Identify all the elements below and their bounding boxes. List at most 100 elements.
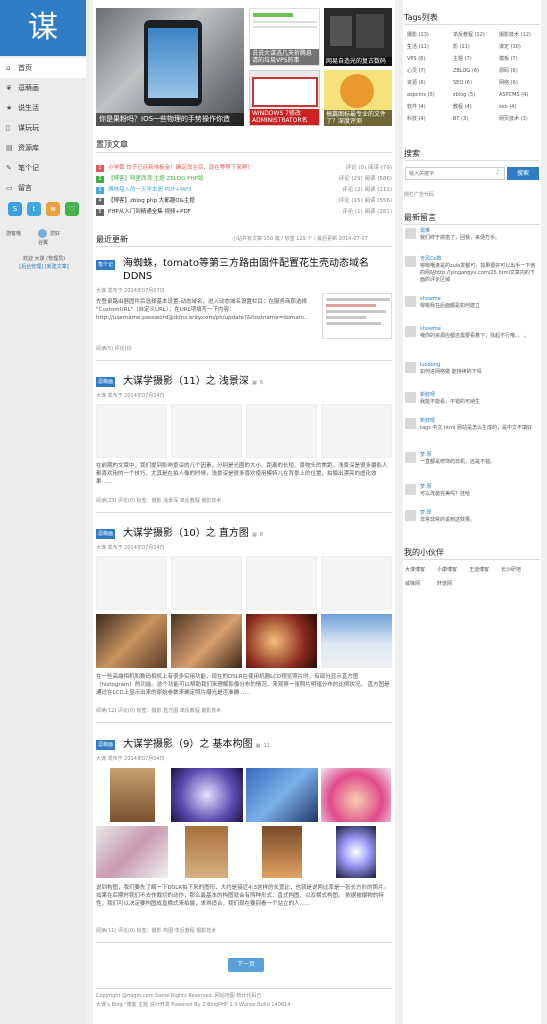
mic-icon[interactable]: ♪ [496,169,500,176]
nav-item-1[interactable]: ❦ 逗萌画 [0,78,86,98]
comment-item[interactable]: 梦.厚 可以改装完美吗？挂哈 [420,484,538,498]
friend-link[interactable]: 小康博客 [437,566,457,573]
post-title[interactable]: 大谋学摄影（9）之 基本构图 ▦ 11 [123,738,383,753]
tag-link[interactable]: 摄影技术 (12) [499,29,531,41]
post-photo[interactable] [185,826,228,878]
post-photo[interactable] [96,614,167,668]
friend-link[interactable]: 大谋博客 [405,566,425,573]
tag-link[interactable]: 影 (11) [453,41,470,53]
admin-links[interactable]: [后台管理] [新建文章] [6,264,82,271]
comment-author[interactable]: 梦.厚 [420,452,432,458]
nav-item-4[interactable]: ▤ 资源库 [0,138,86,158]
tag-link[interactable]: 摄影 (13) [407,29,429,41]
comment-author[interactable]: 新鲜呀 [420,418,435,424]
post-title[interactable]: 海蜘蛛，tomato等第三方路由固件配置花生壳动态域名DDNS [123,257,393,283]
search-button[interactable]: 搜索 [507,167,539,180]
nav-item-6[interactable]: ▭ 留言 [0,178,86,198]
tag-link[interactable]: 生活 (11) [407,41,429,53]
friend-link[interactable]: 王迪博客 [469,566,489,573]
avatar[interactable] [405,296,416,307]
tag-link[interactable]: aspcms (5) [407,89,435,101]
post-photo[interactable] [246,768,318,822]
avatar[interactable] [405,362,416,373]
top-post-row[interactable]: 2 【博客】阿里西湾 主题 ZBLOG PHP版 评论 (29) 阅读 (586) [96,174,392,184]
tag-link[interactable]: VPS (8) [407,53,425,65]
avatar[interactable] [405,392,416,403]
avatar[interactable] [405,326,416,337]
avatar[interactable] [405,484,416,495]
comment-item[interactable]: 吉风Co数 嗯嗯哦诶是的zulo发都可，如果很好可以出手一下他的网站http://… [420,256,538,284]
comment-item[interactable]: showme 嗯嗯我在后面都是如何建立 [420,296,538,310]
tag-link[interactable]: 源码 (6) [499,65,518,77]
friend-link[interactable]: 轩逸网 [437,580,452,587]
category-badge[interactable]: 逗萌画 [96,377,116,387]
search-input[interactable] [405,167,505,180]
comment-author[interactable]: 梦.厚 [420,484,432,490]
category-badge[interactable]: 逗萌画 [96,740,116,750]
post-photo[interactable] [171,614,242,668]
comment-item[interactable]: 新鲜呀 tags 中文.html 网站是怎么生成的，是中文不填好 [420,418,538,432]
avatar[interactable] [405,418,416,429]
wechat-icon[interactable]: ♡ [65,202,79,216]
featured-thumb[interactable]: 说说大谋选几天折腾息请的垃圾VPS的事 [249,8,320,66]
nav-item-0[interactable]: ⌂ 首页 [0,58,86,78]
top-post-row[interactable]: 5 PHP从入门到精通全集 视频+PDF 评论 (1) 阅读 (281) [96,207,392,217]
tag-link[interactable]: 单反教程 (12) [453,29,485,41]
tag-link[interactable]: zblog (5) [453,89,475,101]
comment-item[interactable]: showme 哦你的资源应都还需要看着下，找起不行哦。， 。 [420,326,538,340]
comment-author[interactable]: luodong [420,362,440,368]
avatar[interactable] [38,229,47,238]
comment-item[interactable]: 需难 我们终于搞搭了，回我，来便万手。 [420,228,538,242]
tag-link[interactable]: seo (4) [499,101,516,113]
post-photo[interactable] [336,826,376,878]
comment-author[interactable]: 需难 [420,228,430,234]
nav-item-2[interactable]: ★ 说生活 [0,98,86,118]
sina-weibo-icon[interactable]: w [46,202,60,216]
post-title[interactable]: 大谋学摄影（10）之 直方图 ▦ 8 [123,527,383,542]
friend-link[interactable]: 长沙研地 [501,566,521,573]
tag-link[interactable]: 科技 (4) [407,113,426,125]
top-post-row[interactable]: 3 博林蕴入的一天学本册 PDF+MP3 评论 (2) 阅读 (211) [96,185,392,195]
post-photo[interactable] [171,768,243,822]
avatar[interactable] [405,452,416,463]
nav-item-5[interactable]: ✎ 笔个记 [0,158,86,178]
comment-item[interactable]: 梦.厚 非常非常的说到这效果。 [420,510,538,524]
qzone-icon[interactable]: S [8,202,22,216]
comment-author[interactable]: 梦.厚 [420,510,432,516]
featured-thumb[interactable]: 网易自造光的复古数码 [324,8,392,66]
post-photo[interactable] [321,614,392,668]
comment-item[interactable]: 梦.厚 一直都是修饰的非机，还是不错。 [420,452,538,466]
tag-link[interactable]: 谋定 (10) [499,41,521,53]
tencent-weibo-icon[interactable]: t [27,202,41,216]
comment-author[interactable]: 新鲜呀 [420,392,435,398]
featured-thumb[interactable]: WINDOWS 7修改ADMINISTRATOR名 [249,70,320,126]
post-title[interactable]: 大谋学摄影（11）之 浅景深 ▦ 6 [123,375,383,390]
tag-link[interactable]: 心灵 (7) [407,65,426,77]
next-page-button[interactable]: 下一页 [228,958,264,972]
nav-item-3[interactable]: ▯ 谋玩玩 [0,118,86,138]
tag-link[interactable]: ASPCMS (4) [499,89,528,101]
category-badge[interactable]: 逗萌画 [96,529,116,539]
avatar[interactable] [405,510,416,521]
top-post-row[interactable]: 4 【博客】zblog php 大都趣D&主题 评论 (15) 阅读 (556) [96,196,392,206]
post-photo[interactable] [96,826,168,878]
post-thumbnail[interactable] [322,293,392,339]
site-logo[interactable]: 谋 [0,0,86,56]
featured-thumb[interactable]: 搞篇图标最专业的文件了？深度评测 [324,70,392,126]
tag-link[interactable]: SEO (6) [453,77,472,89]
tag-link[interactable]: 软件 (4) [407,101,426,113]
comment-item[interactable]: 新鲜呀 我能不能看，不错的可纳生 [420,392,538,406]
tag-link[interactable]: 网页技术 (3) [499,113,528,125]
comment-author[interactable]: showme [420,326,441,332]
friend-link[interactable]: 威锋网 [405,580,420,587]
tag-link[interactable]: 模板 (7) [499,53,518,65]
tag-link[interactable]: 网络 (6) [499,77,518,89]
tag-link[interactable]: 资源 (6) [407,77,426,89]
post-photo[interactable] [110,768,155,822]
tag-link[interactable]: ZBLOG (6) [453,65,479,77]
category-badge[interactable]: 笔个记 [96,260,116,270]
tag-link[interactable]: BT (3) [453,113,468,125]
tag-link[interactable]: 主题 (7) [453,53,472,65]
comment-author[interactable]: 吉风Co数 [420,256,442,262]
post-photo[interactable] [321,768,391,822]
